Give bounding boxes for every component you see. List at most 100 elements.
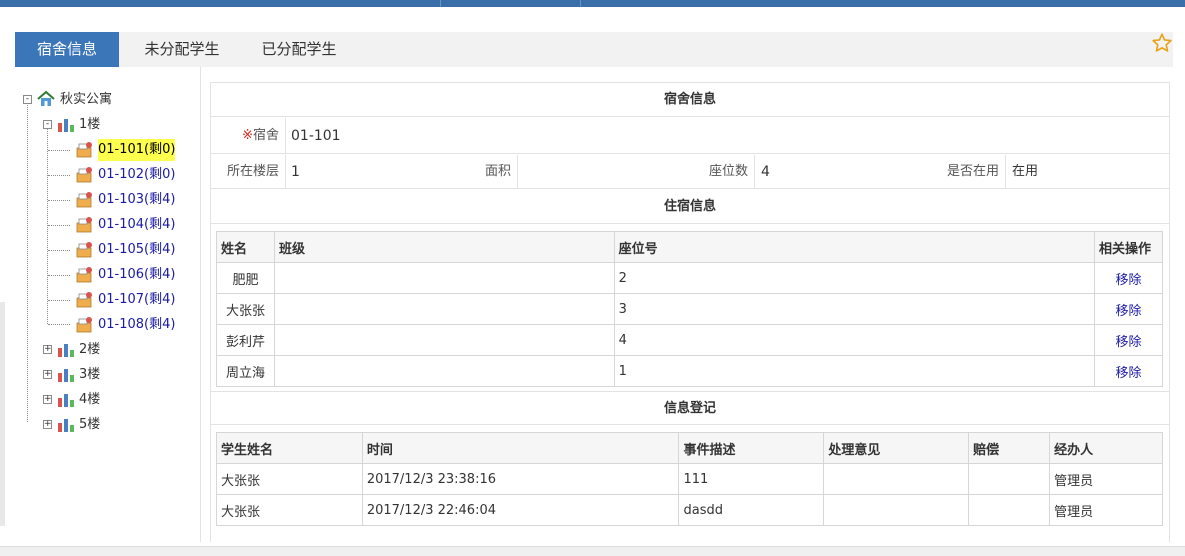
tree-floor-label[interactable]: 4楼	[79, 389, 100, 411]
record-time: 2017/12/3 23:38:16	[361, 463, 680, 495]
table-row: 彭利芹 4 移除	[216, 324, 1163, 356]
top-bar	[0, 0, 1185, 7]
expand-toggle[interactable]: +	[43, 420, 52, 429]
tree-room-label[interactable]: 01-108(剩4)	[98, 314, 175, 336]
room-icon	[76, 292, 92, 308]
tab-dorm-info[interactable]: 宿舍信息	[15, 32, 119, 67]
resident-class	[273, 324, 615, 356]
tree-room-label[interactable]: 01-104(剩4)	[98, 214, 175, 236]
left-edge	[0, 302, 5, 526]
section-title-records: 信息登记	[211, 391, 1169, 425]
column-header: 座位号	[613, 231, 1096, 263]
column-header: 相关操作	[1094, 231, 1163, 263]
collapse-toggle[interactable]: -	[43, 120, 52, 129]
column-header: 赔偿	[968, 432, 1051, 464]
main-content: 宿舍信息 ※宿舍 01-101 所在楼层 1 面积 座位数 4 是否在用 在用 …	[204, 67, 1173, 542]
table-row: 大张张 2017/12/3 23:38:16 111 管理员	[216, 463, 1163, 495]
record-time: 2017/12/3 22:46:04	[361, 494, 680, 526]
tree-room[interactable]: 01-107(剩4)	[20, 289, 200, 311]
column-header: 时间	[361, 432, 680, 464]
expand-toggle[interactable]: +	[43, 345, 52, 354]
tree-room-label[interactable]: 01-105(剩4)	[98, 239, 175, 261]
room-value: 01-101	[291, 128, 341, 144]
remove-link[interactable]: 移除	[1115, 304, 1141, 319]
resident-seat: 3	[613, 293, 1096, 325]
record-desc: 111	[678, 463, 825, 495]
record-compensation	[968, 494, 1051, 526]
section-title-residents: 住宿信息	[211, 190, 1169, 224]
tree-floor-5[interactable]: + 5楼	[20, 414, 200, 436]
tree-floor-3[interactable]: + 3楼	[20, 364, 200, 386]
dorm-tree: - 秋实公寓 - 1楼 01-101(剩0) 01-102(剩0) 01-103…	[20, 67, 201, 542]
tree-room[interactable]: 01-108(剩4)	[20, 314, 200, 336]
dorm-detail-row: 所在楼层 1 面积 座位数 4 是否在用 在用	[211, 155, 1169, 189]
tree-room[interactable]: 01-106(剩4)	[20, 264, 200, 286]
column-header: 班级	[273, 231, 615, 263]
tree-room-label[interactable]: 01-106(剩4)	[98, 264, 175, 286]
tree-floor-label[interactable]: 3楼	[79, 364, 100, 386]
tree-room[interactable]: 01-104(剩4)	[20, 214, 200, 236]
tree-floor-label[interactable]: 1楼	[79, 114, 100, 136]
remove-link-cell: 移除	[1094, 293, 1163, 325]
room-icon	[76, 217, 92, 233]
tree-floor-1[interactable]: - 1楼	[20, 114, 200, 136]
remove-link-cell: 移除	[1094, 355, 1163, 387]
tree-room[interactable]: 01-102(剩0)	[20, 164, 200, 186]
collapse-toggle[interactable]: -	[23, 95, 32, 104]
remove-link-cell: 移除	[1094, 262, 1163, 294]
tree-room-label[interactable]: 01-103(剩4)	[98, 189, 175, 211]
column-header: 姓名	[216, 231, 275, 263]
tree-room-label[interactable]: 01-107(剩4)	[98, 289, 175, 311]
floor-icon	[58, 119, 74, 132]
column-header: 学生姓名	[216, 432, 363, 464]
resident-class	[273, 262, 615, 294]
expand-toggle[interactable]: +	[43, 370, 52, 379]
tree-room[interactable]: 01-101(剩0)	[20, 139, 200, 161]
record-opinion	[823, 494, 970, 526]
remove-link[interactable]: 移除	[1115, 335, 1141, 350]
area-label: 面积	[484, 164, 511, 179]
tree-floor-label[interactable]: 5楼	[79, 414, 100, 436]
inuse-label: 是否在用	[946, 164, 999, 179]
tab-unassigned-students[interactable]: 未分配学生	[123, 32, 241, 67]
room-icon	[76, 267, 92, 283]
remove-link-cell: 移除	[1094, 324, 1163, 356]
tree-room[interactable]: 01-103(剩4)	[20, 189, 200, 211]
floor-icon	[58, 344, 74, 357]
remove-link[interactable]: 移除	[1115, 366, 1141, 381]
record-handler: 管理员	[1049, 494, 1163, 526]
apartment-icon	[37, 90, 55, 106]
floor-icon	[58, 419, 74, 432]
floor-icon	[58, 369, 74, 382]
remove-link[interactable]: 移除	[1115, 273, 1141, 288]
tree-floor-label[interactable]: 2楼	[79, 339, 100, 361]
room-icon	[76, 142, 92, 158]
tree-room-label[interactable]: 01-101(剩0)	[98, 139, 176, 161]
tree-root-label[interactable]: 秋实公寓	[60, 89, 112, 111]
tree-floor-2[interactable]: + 2楼	[20, 339, 200, 361]
expand-toggle[interactable]: +	[43, 395, 52, 404]
tree-floor-4[interactable]: + 4楼	[20, 389, 200, 411]
detail-panel: 宿舍信息 ※宿舍 01-101 所在楼层 1 面积 座位数 4 是否在用 在用 …	[210, 82, 1170, 542]
resident-seat: 2	[613, 262, 1096, 294]
room-icon	[76, 167, 92, 183]
resident-class	[273, 293, 615, 325]
tree-room[interactable]: 01-105(剩4)	[20, 239, 200, 261]
records-table: 学生姓名 时间 事件描述 处理意见 赔偿 经办人 大张张 2017/12/3 2…	[216, 432, 1163, 526]
record-student: 大张张	[216, 494, 363, 526]
table-row: 大张张 2017/12/3 22:46:04 dasdd 管理员	[216, 494, 1163, 526]
tree-root[interactable]: - 秋实公寓	[20, 89, 200, 111]
resident-seat: 1	[613, 355, 1096, 387]
tree-room-label[interactable]: 01-102(剩0)	[98, 164, 175, 186]
table-header-row: 姓名 班级 座位号 相关操作	[216, 231, 1163, 263]
tab-bar: 宿舍信息 未分配学生 已分配学生	[15, 32, 1173, 67]
table-row: 周立海 1 移除	[216, 355, 1163, 387]
column-header: 经办人	[1049, 432, 1163, 464]
resident-seat: 4	[613, 324, 1096, 356]
record-desc: dasdd	[678, 494, 825, 526]
tab-assigned-students[interactable]: 已分配学生	[243, 32, 355, 67]
section-title-dorm: 宿舍信息	[211, 83, 1169, 117]
star-icon[interactable]	[1151, 32, 1173, 54]
resident-name: 肥肥	[216, 262, 275, 294]
room-icon	[76, 242, 92, 258]
